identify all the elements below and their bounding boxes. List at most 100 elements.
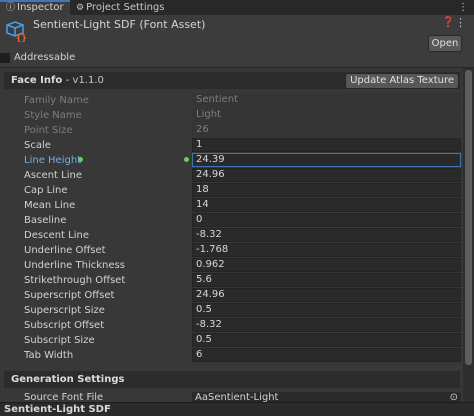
superscript-size-field[interactable]: 0.5 [192, 303, 461, 317]
property-value: Sentient [196, 94, 238, 105]
update-atlas-texture-button[interactable]: Update Atlas Texture [345, 73, 459, 89]
superscript-offset-field[interactable]: 24.96 [192, 288, 461, 302]
property-point-size: Point Size 26 [0, 123, 474, 138]
property-label: Superscript Size [24, 305, 105, 316]
face-info-header[interactable]: Face Info - v1.1.0 Update Atlas Texture [4, 72, 460, 89]
help-icon[interactable]: ❓ [442, 17, 454, 28]
property-label: Underline Offset [24, 245, 106, 256]
property-label: Baseline [24, 215, 67, 226]
cap-line-field[interactable]: 18 [192, 183, 461, 197]
override-indicator-icon [184, 157, 189, 162]
gear-icon: ⚙ [76, 3, 85, 13]
open-button[interactable]: Open [428, 35, 462, 52]
property-label: Line Height [24, 155, 82, 166]
subscript-size-field[interactable]: 0.5 [192, 333, 461, 347]
info-icon: ⓘ [6, 3, 16, 13]
line-height-field[interactable]: 24.39 [192, 153, 461, 167]
descent-line-field[interactable]: -8.32 [192, 228, 461, 242]
property-label: Superscript Offset [24, 290, 115, 301]
asset-title: Sentient-Light SDF (Font Asset) [33, 18, 206, 31]
scale-field[interactable]: 1 [192, 138, 461, 152]
property-label: Mean Line [24, 200, 76, 211]
property-value: 26 [196, 124, 209, 135]
object-picker-icon[interactable]: ⊙ [450, 392, 458, 402]
face-info-title-text: Face Info [11, 75, 63, 86]
font-asset-icon: {} [6, 21, 27, 42]
property-subscript-size: Subscript Size 0.5 [0, 333, 474, 348]
property-value: 18 [196, 184, 209, 195]
property-style-name: Style Name Light [0, 108, 474, 123]
face-info-title: Face Info - v1.1.0 [11, 75, 104, 86]
property-value: Light [196, 109, 221, 120]
property-label: Family Name [24, 95, 89, 106]
tab-bar: ⓘ Inspector ⚙ Project Settings ⋮ [0, 0, 474, 15]
property-descent-line: Descent Line -8.32 [0, 228, 474, 243]
source-font-file-name: Sentient-Light [207, 392, 279, 402]
property-label: Strikethrough Offset [24, 275, 126, 286]
generation-settings-title: Generation Settings [11, 374, 125, 385]
property-underline-thickness: Underline Thickness 0.962 [0, 258, 474, 273]
tab-project-settings[interactable]: ⚙ Project Settings [72, 0, 174, 15]
property-value: 0.962 [196, 259, 225, 270]
point-size-field: 26 [192, 123, 461, 137]
source-font-file-field[interactable]: AaSentient-Light ⊙ [192, 392, 461, 402]
property-label: Tab Width [24, 350, 74, 361]
property-source-font-file: Source Font File AaSentient-Light ⊙ [0, 392, 474, 402]
strikethrough-offset-field[interactable]: 5.6 [192, 273, 461, 287]
tab-width-field[interactable]: 6 [192, 348, 461, 362]
scrollbar-thumb[interactable] [465, 70, 472, 365]
tab-inspector[interactable]: ⓘ Inspector [0, 0, 70, 15]
mean-line-field[interactable]: 14 [192, 198, 461, 212]
property-label: Point Size [24, 125, 73, 136]
font-file-icon: Aa [195, 392, 208, 402]
property-value: 0 [196, 214, 203, 225]
family-name-field: Sentient [192, 93, 461, 107]
tab-menu-icon[interactable]: ⋮ [458, 0, 468, 15]
property-line-height: Line Height 24.39 [0, 153, 474, 168]
property-value: 24.39 [196, 154, 225, 165]
svg-text:{}: {} [16, 34, 27, 42]
property-value: 24.96 [196, 169, 225, 180]
source-font-file-value: AaSentient-Light [195, 392, 278, 402]
addressable-checkbox[interactable] [0, 53, 10, 63]
tab-inspector-label: Inspector [17, 2, 64, 13]
property-label: Style Name [24, 110, 82, 121]
property-label: Scale [24, 140, 51, 151]
header-divider [0, 67, 474, 68]
property-family-name: Family Name Sentient [0, 93, 474, 108]
preview-footer[interactable]: Sentient-Light SDF [0, 402, 474, 416]
baseline-field[interactable]: 0 [192, 213, 461, 227]
underline-thickness-field[interactable]: 0.962 [192, 258, 461, 272]
property-value: 5.6 [196, 274, 212, 285]
property-value: 6 [196, 349, 203, 360]
face-info-version: - v1.1.0 [65, 75, 104, 86]
more-options-icon[interactable]: ⋮ [455, 16, 466, 29]
preview-footer-label: Sentient-Light SDF [4, 404, 111, 415]
property-cap-line: Cap Line 18 [0, 183, 474, 198]
property-label: Descent Line [24, 230, 89, 241]
subscript-offset-field[interactable]: -8.32 [192, 318, 461, 332]
property-label: Cap Line [24, 185, 68, 196]
property-scale: Scale 1 [0, 138, 474, 153]
generation-settings-header[interactable]: Generation Settings [4, 371, 460, 388]
property-mean-line: Mean Line 14 [0, 198, 474, 213]
property-value: 1 [196, 139, 203, 150]
ascent-line-field[interactable]: 24.96 [192, 168, 461, 182]
underline-offset-field[interactable]: -1.768 [192, 243, 461, 257]
property-tab-width: Tab Width 6 [0, 348, 474, 363]
property-underline-offset: Underline Offset -1.768 [0, 243, 474, 258]
property-value: 0.5 [196, 334, 212, 345]
property-baseline: Baseline 0 [0, 213, 474, 228]
property-strikethrough-offset: Strikethrough Offset 5.6 [0, 273, 474, 288]
property-subscript-offset: Subscript Offset -8.32 [0, 318, 474, 333]
asset-header: {} Sentient-Light SDF (Font Asset) ❓ ⋮ O… [0, 15, 474, 67]
property-value: -1.768 [196, 244, 229, 255]
scrollbar[interactable] [463, 68, 474, 402]
addressable-label: Addressable [14, 52, 76, 63]
property-value: -8.32 [196, 229, 222, 240]
property-label: Subscript Offset [24, 320, 105, 331]
property-label: Subscript Size [24, 335, 95, 346]
style-name-field: Light [192, 108, 461, 122]
property-value: 14 [196, 199, 209, 210]
property-label: Ascent Line [24, 170, 82, 181]
